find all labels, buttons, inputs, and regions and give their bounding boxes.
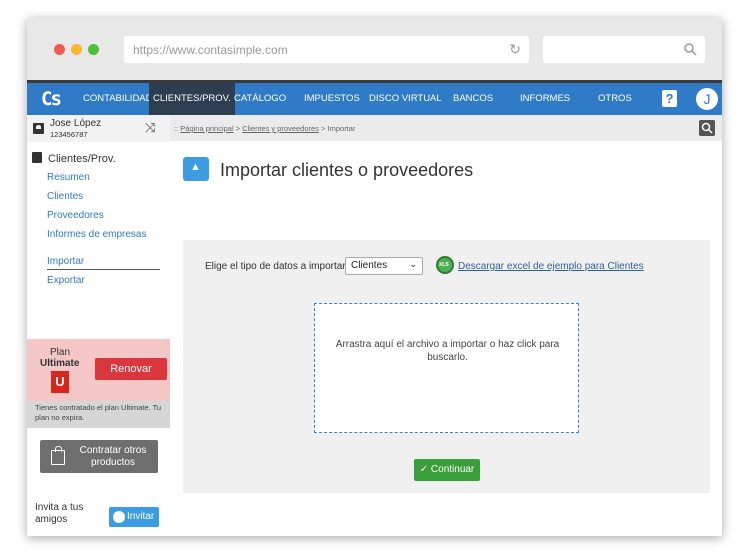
nav-item-contabilidad[interactable]: CONTABILIDAD (83, 83, 153, 115)
reload-icon[interactable]: ↻ (509, 41, 521, 58)
nav-item-catalogo[interactable]: CATÁLOGO (234, 83, 286, 115)
browser-window: https://www.contasimple.com ↻ Cs CONTABI… (27, 18, 722, 536)
breadcrumb-current: Importar (327, 124, 356, 133)
import-panel: Elige el tipo de datos a importar: Clien… (183, 240, 710, 493)
main-nav: Cs CONTABILIDAD CLIENTES/PROV. CATÁLOGO … (27, 83, 722, 115)
shopping-bag-icon (51, 446, 65, 465)
browser-search-input[interactable] (543, 36, 705, 63)
invite-text: Invita a tus amigos (35, 502, 84, 525)
user-id: 123456787 (50, 130, 88, 139)
sidebar-body: Clientes/Prov. Resumen Clientes Proveedo… (27, 142, 170, 536)
avatar[interactable]: J (695, 87, 719, 111)
data-type-value: Clientes (351, 260, 388, 271)
minimize-window-icon[interactable] (71, 44, 82, 55)
plan-badge: U (51, 371, 69, 393)
check-icon: ✓ (419, 464, 429, 475)
renew-button[interactable]: Renovar (95, 358, 167, 380)
logo[interactable]: Cs (41, 88, 62, 110)
help-icon[interactable]: ? (662, 90, 677, 107)
contract-products-label: Contratar otros productos (79, 445, 147, 468)
continue-button[interactable]: ✓ Continuar (414, 459, 480, 481)
excel-icon (436, 256, 454, 274)
user-info: Jose López 123456787 ⤨ (27, 115, 170, 142)
plan-name: Ultimate (40, 358, 80, 369)
nav-item-otros[interactable]: OTROS (598, 83, 632, 115)
invite-button-label: Invitar (127, 511, 155, 522)
download-example-link[interactable]: Descargar excel de ejemplo para Clientes (458, 261, 644, 272)
breadcrumb-bar: :: Página principal > Clientes y proveed… (170, 115, 722, 141)
browser-chrome: https://www.contasimple.com ↻ (27, 18, 722, 80)
breadcrumb-sep: > (235, 124, 241, 133)
maximize-window-icon[interactable] (88, 44, 99, 55)
plan-note: Tienes contratado el plan Ultimate. Tu p… (27, 401, 170, 428)
sidebar-divider (47, 269, 160, 270)
switch-company-icon[interactable]: ⤨ (145, 120, 155, 136)
page-title: Importar clientes o proveedores (220, 160, 474, 180)
data-type-label: Elige el tipo de datos a importar: (205, 261, 349, 272)
sidebar-item-exportar[interactable]: Exportar (47, 275, 85, 286)
nav-item-disco-virtual[interactable]: DISCO VIRTUAL (369, 83, 442, 115)
close-window-icon[interactable] (54, 44, 65, 55)
sidebar-item-informes-empresas[interactable]: Informes de empresas (47, 229, 147, 240)
dropzone-text: Arrastra aquí el archivo a importar o ha… (335, 339, 560, 363)
sidebar-item-proveedores[interactable]: Proveedores (47, 210, 104, 221)
sidebar-section-label: Clientes/Prov. (48, 153, 116, 165)
chevron-down-icon: ⌄ (409, 259, 417, 269)
main-content: :: Página principal > Clientes y proveed… (170, 115, 722, 536)
url-text: https://www.contasimple.com (133, 43, 288, 57)
continue-label: Continuar (430, 464, 475, 475)
globe-icon (113, 511, 125, 523)
user-card-icon (33, 123, 44, 134)
sidebar-section-title: Clientes/Prov. (32, 152, 116, 165)
data-type-select[interactable]: Clientes ⌄ (345, 257, 423, 275)
cloud-upload-icon (183, 157, 209, 181)
invite-button[interactable]: Invitar (109, 507, 159, 527)
nav-item-bancos[interactable]: BANCOS (453, 83, 493, 115)
breadcrumb-home[interactable]: Página principal (180, 124, 233, 133)
address-bar[interactable]: https://www.contasimple.com ↻ (124, 36, 529, 63)
plan-label: Plan (50, 347, 71, 358)
clipboard-icon (32, 152, 42, 163)
file-dropzone[interactable]: Arrastra aquí el archivo a importar o ha… (314, 303, 579, 433)
breadcrumb-section[interactable]: Clientes y proveedores (242, 124, 319, 133)
user-name: Jose López (50, 118, 102, 129)
nav-item-impuestos[interactable]: IMPUESTOS (304, 83, 360, 115)
breadcrumb-prefix: :: (174, 124, 179, 133)
sidebar-item-importar[interactable]: Importar (47, 256, 84, 267)
search-icon (684, 43, 697, 56)
sidebar-item-resumen[interactable]: Resumen (47, 172, 90, 183)
breadcrumb-sep: > (321, 124, 326, 133)
sidebar: Jose López 123456787 ⤨ Clientes/Prov. Re… (27, 115, 170, 536)
nav-item-clientes[interactable]: CLIENTES/PROV. (149, 83, 235, 115)
nav-item-informes[interactable]: INFORMES (520, 83, 570, 115)
plan-box: Plan Ultimate U Renovar (27, 339, 170, 401)
search-icon[interactable] (699, 120, 715, 136)
breadcrumb: :: Página principal > Clientes y proveed… (174, 124, 355, 133)
sidebar-item-clientes[interactable]: Clientes (47, 191, 83, 202)
contract-products-button[interactable]: Contratar otros productos (40, 440, 158, 473)
